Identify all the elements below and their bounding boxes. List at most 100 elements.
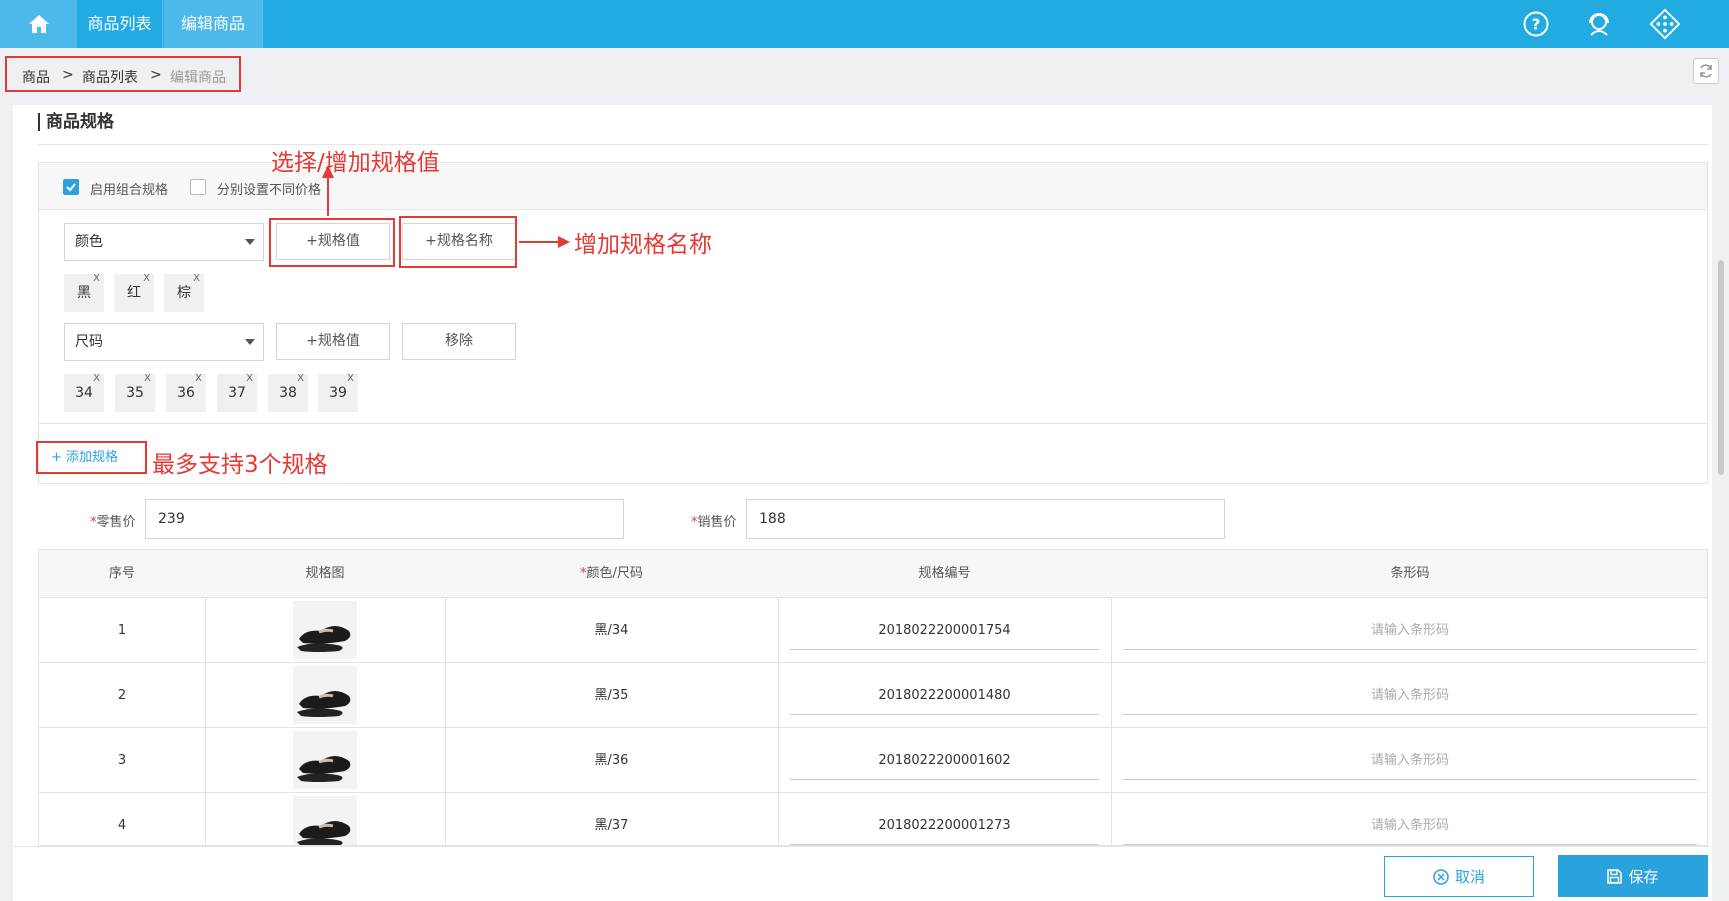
- row-color-size: 黑/35: [594, 688, 629, 703]
- annotation-add-spec-name: 增加规格名称: [574, 232, 712, 258]
- section-title: 商品规格: [38, 113, 114, 131]
- spec-value-tag[interactable]: 37 X: [217, 373, 257, 412]
- spec-value-tag[interactable]: 红 X: [114, 273, 154, 312]
- spec-value-tag[interactable]: 39 X: [318, 373, 358, 412]
- row-index: 4: [117, 818, 127, 833]
- table-header: 序号 规格图 *颜色/尺码 规格编号 条形码: [39, 550, 1707, 598]
- shoe-image: [297, 691, 351, 717]
- column-header-image: 规格图: [305, 566, 345, 581]
- spec-image-thumbnail[interactable]: [293, 796, 357, 845]
- spec-code-input[interactable]: 2018022200001273: [778, 793, 1111, 845]
- spec-value-tag[interactable]: 38 X: [268, 373, 308, 412]
- remove-tag-button[interactable]: X: [195, 360, 202, 398]
- input-underline: [790, 844, 1099, 845]
- scrollbar-thumb[interactable]: [1718, 260, 1724, 475]
- spec-value-label: 38: [279, 385, 297, 401]
- breadcrumb-item-product[interactable]: 商品: [22, 67, 50, 87]
- spec-code-input[interactable]: 2018022200001754: [778, 598, 1111, 663]
- remove-tag-button[interactable]: X: [347, 360, 354, 398]
- tab-product-list[interactable]: 商品列表: [77, 0, 163, 48]
- breadcrumb-separator: >: [62, 67, 74, 83]
- sale-price-label: *销售价: [691, 511, 737, 530]
- row-index: 1: [117, 623, 127, 638]
- barcode-input[interactable]: 请输入条形码: [1111, 793, 1707, 845]
- spec-name-select-size[interactable]: 尺码: [64, 323, 264, 361]
- remove-tag-button[interactable]: X: [246, 360, 253, 398]
- add-spec-value-button[interactable]: +规格值: [276, 323, 390, 360]
- spec-image-thumbnail[interactable]: [293, 601, 357, 659]
- spec-image-thumbnail[interactable]: [293, 731, 357, 789]
- support-button[interactable]: [1583, 8, 1615, 40]
- spec-image-thumbnail[interactable]: [293, 666, 357, 724]
- tab-edit-product[interactable]: 编辑商品: [164, 0, 263, 48]
- apps-icon: [1649, 8, 1681, 40]
- table-row: 4 黑/37 2018022200001273 请输入条形码: [39, 793, 1707, 845]
- spec-name-select-color[interactable]: 颜色: [64, 223, 264, 261]
- spec-value-tag[interactable]: 36 X: [166, 373, 206, 412]
- retail-price-label-text: 零售价: [96, 515, 136, 530]
- remove-tag-button[interactable]: X: [297, 360, 304, 398]
- spec-value-label: 黑: [77, 285, 91, 301]
- annotation-select-add-value: 选择/增加规格值: [271, 150, 440, 176]
- table-row: 1 黑/34 2018022200001754 请输入条形码: [39, 598, 1707, 663]
- breadcrumb-item-product-list[interactable]: 商品列表: [82, 67, 138, 87]
- cancel-icon: [1433, 868, 1449, 885]
- highlight-box-add-name: [399, 216, 517, 268]
- sale-price-label-text: 销售价: [697, 515, 737, 530]
- barcode-input[interactable]: 请输入条形码: [1111, 728, 1707, 793]
- spec-value-label: 棕: [177, 285, 191, 301]
- cancel-button[interactable]: 取消: [1384, 856, 1534, 897]
- apps-button[interactable]: [1649, 8, 1681, 40]
- row-index: 3: [117, 753, 127, 768]
- column-header-spec-code: 规格编号: [918, 566, 971, 581]
- add-spec-link[interactable]: + 添加规格: [51, 446, 118, 465]
- row-color-size: 黑/36: [594, 753, 629, 768]
- remove-tag-button[interactable]: X: [93, 260, 100, 298]
- scrollbar-track[interactable]: [1712, 105, 1729, 901]
- home-button[interactable]: [0, 0, 77, 48]
- refresh-icon: [1700, 64, 1712, 78]
- spec-code-input[interactable]: 2018022200001480: [778, 663, 1111, 728]
- chevron-down-icon: [245, 239, 255, 245]
- spec-value-label: 37: [228, 385, 246, 401]
- highlight-box-add-value: [269, 218, 395, 267]
- retail-price-input[interactable]: 239: [145, 499, 624, 539]
- remove-tag-button[interactable]: X: [193, 260, 200, 298]
- table-row: 3 黑/36 2018022200001602 请输入条形码: [39, 728, 1707, 793]
- separate-price-label: 分别设置不同价格: [217, 183, 322, 198]
- column-header-color-size: *颜色/尺码: [445, 550, 778, 598]
- spec-value-tag[interactable]: 黑 X: [64, 273, 104, 312]
- refresh-button[interactable]: [1693, 58, 1719, 84]
- row-color-size: 黑/34: [594, 623, 629, 638]
- spec-name-value: 颜色: [75, 234, 103, 250]
- column-header-color-size-text: 颜色/尺码: [586, 566, 643, 581]
- help-button[interactable]: ?: [1520, 8, 1552, 40]
- spec-code-input[interactable]: 2018022200001602: [778, 728, 1111, 793]
- barcode-input[interactable]: 请输入条形码: [1111, 663, 1707, 728]
- save-button[interactable]: 保存: [1558, 855, 1708, 897]
- input-underline: [790, 649, 1099, 650]
- enable-combo-checkbox[interactable]: [63, 179, 79, 195]
- shoe-image: [297, 756, 351, 782]
- breadcrumb-bar: 商品 > 商品列表 > 编辑商品: [0, 48, 1729, 105]
- help-icon: ?: [1523, 11, 1549, 37]
- cancel-button-label: 取消: [1454, 868, 1485, 886]
- enable-combo-label: 启用组合规格: [90, 183, 169, 198]
- spec-value-tag[interactable]: 35 X: [115, 373, 155, 412]
- spec-value-tag[interactable]: 34 X: [64, 373, 104, 412]
- barcode-input[interactable]: 请输入条形码: [1111, 598, 1707, 663]
- input-underline: [1123, 649, 1697, 650]
- remove-tag-button[interactable]: X: [143, 260, 150, 298]
- remove-spec-button[interactable]: 移除: [402, 323, 516, 360]
- separate-price-checkbox[interactable]: [190, 179, 206, 195]
- remove-tag-button[interactable]: X: [144, 360, 151, 398]
- input-underline: [1123, 714, 1697, 715]
- input-underline: [1123, 779, 1697, 780]
- spec-value-tag[interactable]: 棕 X: [164, 273, 204, 312]
- breadcrumb-separator: >: [150, 67, 162, 83]
- save-icon: [1607, 868, 1623, 884]
- shoe-image: [297, 821, 351, 845]
- spec-value-label: 34: [75, 385, 93, 401]
- remove-tag-button[interactable]: X: [93, 360, 100, 398]
- sale-price-input[interactable]: 188: [746, 499, 1225, 539]
